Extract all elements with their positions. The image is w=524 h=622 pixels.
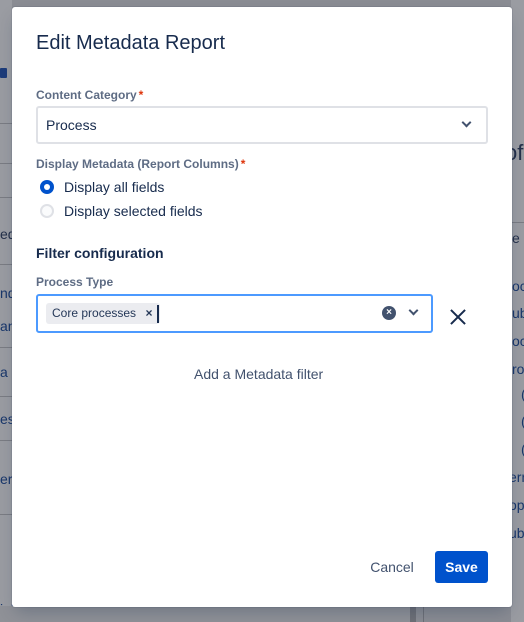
dialog-title: Edit Metadata Report [36,32,225,54]
background-divider [0,163,12,164]
content-category-select[interactable]: Process [36,106,488,144]
edit-metadata-report-dialog: Edit Metadata Report Content Category * P… [12,7,512,607]
save-button[interactable]: Save [435,551,488,583]
content-category-value: Process [46,117,97,133]
content-category-label-text: Content Category [36,88,137,102]
remove-filter-close-icon[interactable] [448,307,468,327]
background-link: oc [512,333,524,349]
add-metadata-filter-button[interactable]: Add a Metadata filter [194,366,323,383]
radio-unselected-icon[interactable] [40,204,54,218]
chevron-down-icon [461,117,472,128]
background-link: er [0,471,13,487]
background-link: ro [512,361,524,377]
background-footer [0,606,410,622]
chevron-down-icon[interactable] [408,305,419,316]
display-metadata-label: Display Metadata (Report Columns) * [36,156,245,172]
background-divider [0,440,12,441]
radio-selected-icon[interactable] [40,180,54,194]
required-marker: * [138,88,144,102]
remove-tag-icon[interactable]: × [142,303,156,324]
clear-icon[interactable]: × [382,306,396,320]
background-left-panel [0,0,12,622]
background-divider [0,264,12,265]
display-metadata-label-text: Display Metadata (Report Columns) [36,157,239,171]
background-divider [0,514,12,515]
process-type-multiselect[interactable]: Core processes × × [36,294,433,333]
selected-tag: Core processes × [46,303,161,324]
text-cursor [157,305,159,323]
cancel-button[interactable]: Cancel [357,551,427,583]
background-divider [0,123,12,124]
background-divider [0,396,12,397]
background-link: oc [512,278,524,294]
content-category-label: Content Category * [36,87,143,103]
radio-label: Display all fields [64,179,165,195]
radio-label: Display selected fields [64,203,203,219]
background-divider [511,222,524,223]
background-checkbox [0,68,7,78]
process-type-label: Process Type [36,275,114,289]
required-marker: * [240,157,246,171]
background-divider [0,197,12,198]
background-text: e c [512,230,524,246]
background-divider [0,347,12,348]
filter-configuration-heading: Filter configuration [36,245,164,261]
background-link: ub [512,305,524,321]
selected-tag-label: Core processes [52,306,137,320]
